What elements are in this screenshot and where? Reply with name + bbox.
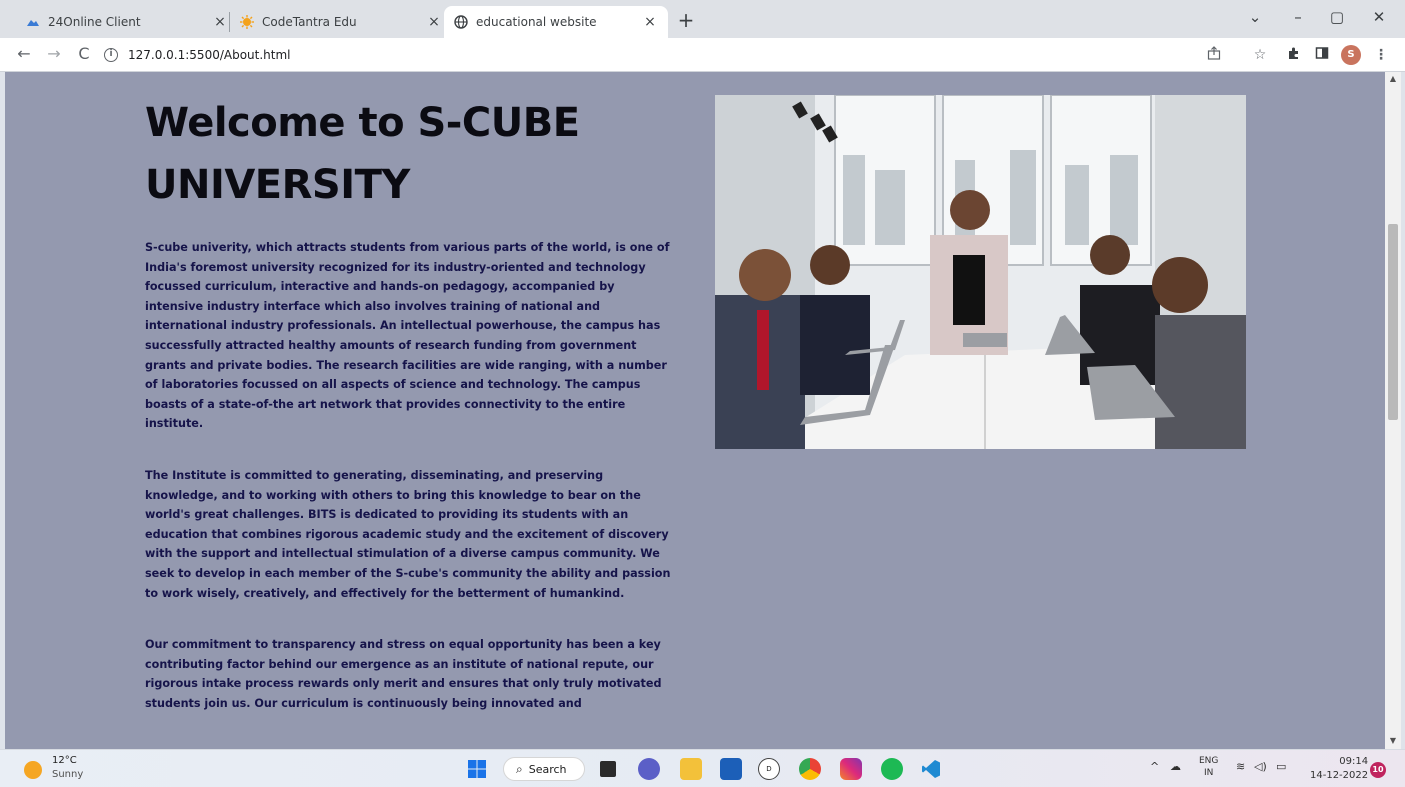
wifi-icon[interactable]: ≋ [1236,760,1245,773]
weather-description: Sunny [52,769,84,780]
about-paragraph-1: S-cube univerity, which attracts student… [145,241,670,431]
codetantra-icon [240,15,254,29]
page-title: Welcome to S-CUBE UNIVERSITY [145,100,580,208]
about-section: Welcome to S-CUBE UNIVERSITY S-cube univ… [145,92,675,713]
globe-icon [454,15,468,29]
chrome-icon[interactable] [799,758,821,780]
scroll-up-icon[interactable]: ▲ [1385,74,1401,83]
close-icon[interactable]: × [426,14,442,30]
tab-search-dropdown-icon[interactable]: ⌄ [1240,8,1270,26]
battery-icon[interactable]: ▭ [1276,760,1286,773]
close-icon[interactable]: × [642,14,658,30]
extensions-icon[interactable] [1284,46,1304,65]
site-info-icon[interactable]: i [104,48,118,62]
clock-time: 09:14 [1339,756,1369,767]
page-scrollbar[interactable]: ▲ ▼ [1385,72,1401,749]
search-label: Search [528,762,567,776]
about-paragraph-3: Our commitment to transparency and stres… [145,638,662,710]
maximize-button[interactable]: ▢ [1322,8,1352,26]
show-hidden-icons-icon[interactable]: ^ [1150,760,1159,773]
spotify-icon[interactable] [881,758,903,780]
reload-button[interactable]: C [74,45,94,63]
tab-title: educational website [476,15,597,29]
language-code: ENG [1199,756,1219,766]
windows-taskbar: 12°C Sunny ⌕ Search D ^ ☁ ENG IN ≋ ◁) ▭ … [0,749,1405,787]
onedrive-icon[interactable]: ☁ [1170,760,1181,773]
bookmark-star-icon[interactable]: ☆ [1250,46,1270,64]
url-text: 127.0.0.1:5500/About.html [128,48,291,62]
about-paragraph-2: The Institute is committed to generating… [145,468,671,600]
taskbar-search[interactable]: ⌕ Search [503,757,585,781]
sun-icon[interactable] [24,761,42,779]
tab-24online-client[interactable]: 24Online Client × [16,6,238,38]
tab-title: CodeTantra Edu [262,15,357,29]
page-viewport: Welcome to S-CUBE UNIVERSITY S-cube univ… [5,72,1385,749]
close-window-button[interactable]: ✕ [1364,8,1394,26]
task-view-icon[interactable] [600,761,616,777]
browser-tab-strip: 24Online Client × CodeTantra Edu × educa… [0,0,1405,38]
new-tab-button[interactable]: + [676,10,696,30]
scroll-down-icon[interactable]: ▼ [1385,736,1401,745]
meeting-photo [715,95,1246,449]
share-icon[interactable] [1204,46,1224,65]
tab-title: 24Online Client [48,15,141,29]
windows-start-icon[interactable] [466,758,488,780]
24online-icon [26,15,40,29]
browser-toolbar: ← → C i 127.0.0.1:5500/About.html ☆ S ⋮ [0,38,1405,72]
more-menu-icon[interactable]: ⋮ [1371,46,1391,64]
vscode-icon[interactable] [920,758,942,780]
scroll-thumb[interactable] [1388,224,1398,420]
chat-icon[interactable] [638,758,660,780]
tab-educational-website[interactable]: educational website × [444,6,668,38]
dell-icon[interactable]: D [758,758,780,780]
language-indicator[interactable]: ENG IN [1199,755,1218,779]
forward-button[interactable]: → [44,45,64,63]
back-button[interactable]: ← [14,45,34,63]
system-clock[interactable]: 09:14 14-12-2022 [1310,755,1368,783]
clock-date: 14-12-2022 [1310,770,1369,781]
region-code: IN [1204,768,1214,778]
weather-temperature: 12°C [52,755,77,766]
volume-icon[interactable]: ◁) [1254,760,1267,773]
store-icon[interactable] [720,758,742,780]
instagram-icon[interactable] [840,758,862,780]
tab-codetantra-edu[interactable]: CodeTantra Edu × [230,6,452,38]
minimize-button[interactable]: – [1283,8,1313,26]
close-icon[interactable]: × [212,14,228,30]
side-panel-icon[interactable] [1312,46,1332,65]
address-bar[interactable]: i 127.0.0.1:5500/About.html [104,43,1190,67]
file-explorer-icon[interactable] [680,758,702,780]
notification-badge[interactable]: 10 [1370,762,1386,778]
search-icon: ⌕ [516,761,523,776]
profile-avatar[interactable]: S [1341,45,1361,65]
